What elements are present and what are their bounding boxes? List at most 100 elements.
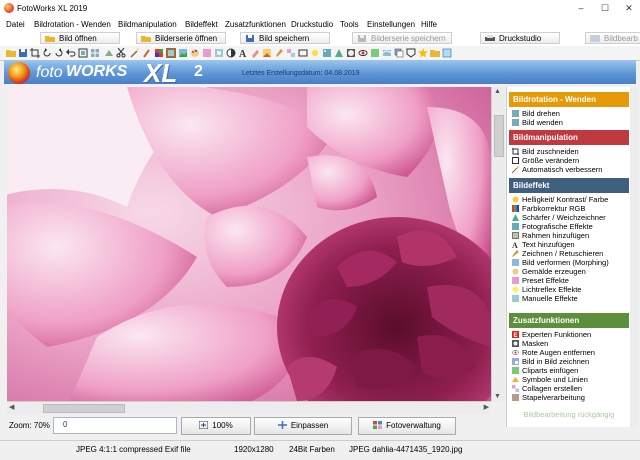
section-header-zusatzfunktionen[interactable]: Zusatzfunktionen	[509, 313, 629, 328]
magic-wand-icon[interactable]	[130, 48, 140, 58]
crop-icon[interactable]	[30, 48, 40, 58]
panel-item-helligkeit[interactable]: Helligkeit/ Kontrast/ Farbe	[509, 195, 629, 204]
effect-icon[interactable]	[214, 48, 224, 58]
panel-item-symbole[interactable]: Symbole und Linien	[509, 375, 629, 384]
flip-icon[interactable]	[104, 48, 114, 58]
image-icon[interactable]	[202, 48, 212, 58]
rotate-right-icon[interactable]	[54, 48, 64, 58]
brush-icon[interactable]	[142, 48, 152, 58]
mask-icon[interactable]	[346, 48, 356, 58]
scroll-thumb[interactable]	[43, 404, 125, 413]
menu-zusatzfunktionen[interactable]: Zusatzfunktionen	[225, 20, 286, 29]
panel-item-groesse[interactable]: Größe verändern	[509, 156, 629, 165]
panel-item-zuschneiden[interactable]: Bild zuschneiden	[509, 147, 629, 156]
image-canvas[interactable]	[7, 87, 491, 401]
panel-item-bild-drehen[interactable]: Bild drehen	[509, 109, 629, 118]
panel-item-masken[interactable]: Masken	[509, 339, 629, 348]
panel-item-collagen[interactable]: Collagen erstellen	[509, 384, 629, 393]
shape-icon[interactable]	[406, 48, 416, 58]
undo-icon[interactable]	[66, 48, 76, 58]
panel-scrollbar[interactable]	[630, 87, 638, 427]
panel-item-experten[interactable]: E Experten Funktionen	[509, 330, 629, 339]
panel-item-fotografische[interactable]: Fotografische Effekte	[509, 222, 629, 231]
print-studio-button[interactable]: Druckstudio	[480, 32, 560, 44]
sharpen-icon[interactable]	[334, 48, 344, 58]
panel-item-preset[interactable]: Preset Effekte	[509, 276, 629, 285]
redeye-icon	[512, 350, 519, 355]
image-vertical-scrollbar[interactable]: ▲ ▼	[491, 87, 505, 401]
save-series-button[interactable]: Bilderserie speichern	[352, 32, 452, 44]
section-header-bildrotation[interactable]: Bildrotation - Wenden	[509, 92, 629, 107]
menu-bildrotation[interactable]: Bildrotation - Wenden	[34, 20, 111, 29]
image-horizontal-scrollbar[interactable]: ◀ ▶	[7, 401, 491, 414]
photo-icon[interactable]	[322, 48, 332, 58]
image-edit-button[interactable]: Bildbearb	[585, 32, 640, 44]
text-icon[interactable]: A	[238, 48, 248, 58]
rotate-left-icon[interactable]	[42, 48, 52, 58]
pen-icon[interactable]	[274, 48, 284, 58]
palette-icon[interactable]	[190, 48, 200, 58]
layers-icon[interactable]	[394, 48, 404, 58]
open-image-button[interactable]: Bild öffnen	[40, 32, 120, 44]
menu-bildeffekt[interactable]: Bildeffekt	[185, 20, 218, 29]
redeye-icon[interactable]	[358, 48, 368, 58]
panel-item-rote-augen[interactable]: Rote Augen entfernen	[509, 348, 629, 357]
undo-button[interactable]: Bildbearbeitung rückgängig	[509, 409, 629, 421]
brightness-icon[interactable]	[310, 48, 320, 58]
zoom-100-button[interactable]: 100%	[181, 417, 251, 435]
menu-bildmanipulation[interactable]: Bildmanipulation	[118, 20, 177, 29]
frame-icon[interactable]	[166, 48, 176, 58]
scroll-thumb[interactable]	[494, 115, 504, 157]
section-header-bildmanipulation[interactable]: Bildmanipulation	[509, 130, 629, 145]
open-folder-icon[interactable]	[6, 48, 16, 58]
panel-item-bild-wenden[interactable]: Bild wenden	[509, 118, 629, 127]
panel-item-schaerfer[interactable]: Schärfer / Weichzeichner	[509, 213, 629, 222]
morph-icon[interactable]	[382, 48, 392, 58]
scroll-down-icon[interactable]: ▼	[494, 393, 501, 400]
panel-item-rahmen[interactable]: Rahmen hinzufügen	[509, 231, 629, 240]
scroll-left-icon[interactable]: ◀	[9, 403, 14, 411]
panel-item-bild-in-bild[interactable]: Bild in Bild zeichnen	[509, 357, 629, 366]
resize-icon[interactable]	[78, 48, 88, 58]
picture-icon[interactable]	[262, 48, 272, 58]
eraser-icon[interactable]	[250, 48, 260, 58]
panel-item-gemaelde[interactable]: Gemälde erzeugen	[509, 267, 629, 276]
panel-item-lichtreflex[interactable]: Lichtreflex Effekte	[509, 285, 629, 294]
photo-manager-button[interactable]: Fotoverwaltung	[358, 417, 456, 435]
menu-tools[interactable]: Tools	[340, 20, 359, 29]
rect-icon[interactable]	[298, 48, 308, 58]
menu-druckstudio[interactable]: Druckstudio	[291, 20, 333, 29]
menu-einstellungen[interactable]: Einstellungen	[367, 20, 415, 29]
panel-item-morphing[interactable]: Bild verformen (Morphing)	[509, 258, 629, 267]
open-series-button[interactable]: Bilderserie öffnen	[136, 32, 226, 44]
menu-datei[interactable]: Datei	[6, 20, 25, 29]
clipart-icon[interactable]	[370, 48, 380, 58]
folder-icon[interactable]	[430, 48, 440, 58]
scissors-icon[interactable]	[116, 48, 126, 58]
panel-item-cliparts[interactable]: Cliparts einfügen	[509, 366, 629, 375]
maximize-button[interactable]: ☐	[598, 2, 612, 14]
contrast-icon[interactable]	[226, 48, 236, 58]
close-button[interactable]: ✕	[622, 2, 636, 14]
scroll-up-icon[interactable]: ▲	[494, 88, 501, 95]
collage-icon[interactable]	[286, 48, 296, 58]
fit-button[interactable]: Einpassen	[254, 417, 352, 435]
grid-icon[interactable]	[90, 48, 100, 58]
landscape-icon[interactable]	[178, 48, 188, 58]
zoom-slider[interactable]: 0	[53, 417, 177, 434]
save-image-button[interactable]: Bild speichern	[240, 32, 330, 44]
scroll-right-icon[interactable]: ▶	[484, 403, 489, 411]
panel-item-text[interactable]: A Text hinzufügen	[509, 240, 629, 249]
save-icon[interactable]	[18, 48, 28, 58]
panel-item-farbkorrektur[interactable]: Farbkorrektur RGB	[509, 204, 629, 213]
minimize-button[interactable]: –	[574, 2, 588, 14]
panel-item-verbessern[interactable]: Automatisch verbessern	[509, 165, 629, 174]
star-icon[interactable]	[418, 48, 428, 58]
panel-item-stapel[interactable]: Stapelverarbeitung	[509, 393, 629, 402]
menu-hilfe[interactable]: Hilfe	[421, 20, 437, 29]
section-header-bildeffekt[interactable]: Bildeffekt	[509, 178, 629, 193]
image-manager-icon[interactable]	[442, 48, 452, 58]
panel-item-manuelle[interactable]: Manuelle Effekte	[509, 294, 629, 303]
panel-item-zeichnen[interactable]: Zeichnen / Retuschieren	[509, 249, 629, 258]
color-icon[interactable]	[154, 48, 164, 58]
